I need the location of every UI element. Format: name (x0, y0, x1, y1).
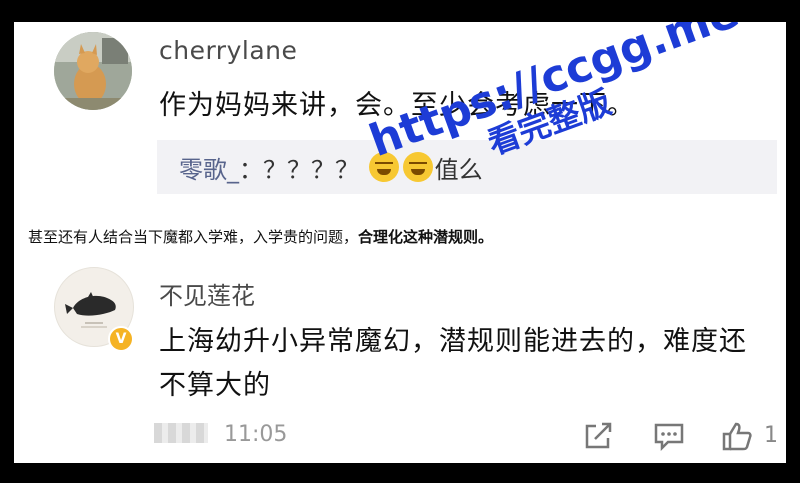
caption-bold-text: 合理化这种潜规则。 (358, 228, 494, 246)
blurred-source (154, 422, 208, 443)
verified-badge-icon: V (108, 326, 134, 352)
comment-icon (654, 423, 684, 452)
comment-text: 上海幼升小异常魔幻，潜规则能进去的，难度还不算大的 (159, 326, 747, 401)
grin-emoji-icon (368, 152, 399, 182)
comment-username[interactable]: 不见莲花 (159, 276, 255, 311)
cat-photo-icon (54, 32, 132, 110)
comment-time: 11:05 (224, 422, 288, 447)
share-icon (585, 422, 612, 449)
comment-meta: 11:05 (154, 422, 287, 452)
article-caption: 甚至还有人结合当下魔都入学难，入学贵的问题，合理化这种潜规则。 (28, 226, 493, 247)
reply-username[interactable]: 零歌_ (179, 156, 239, 184)
like-count: 1 (764, 423, 778, 448)
thumbs-up-icon (722, 422, 752, 451)
screenshot-frame: cherrylane 作为妈妈来讲，会。至少会考虑一下。 零歌_：？？？？ 值么… (14, 22, 786, 463)
reply-preview[interactable]: 零歌_：？？？？ 值么 (157, 140, 777, 194)
share-button[interactable] (582, 420, 616, 452)
avatar[interactable] (54, 32, 132, 110)
caption-text: 甚至还有人结合当下魔都入学难，入学贵的问题， (28, 228, 359, 246)
reply-text: ：？？？？ (239, 156, 359, 184)
reply-text-suffix: 值么 (434, 156, 483, 184)
comment-text: 作为妈妈来讲，会。至少会考虑一下。 (159, 90, 635, 121)
grin-emoji-icon (402, 152, 433, 182)
reply-button[interactable] (652, 420, 686, 452)
comment-username[interactable]: cherrylane (159, 36, 297, 65)
like-button[interactable] (720, 420, 754, 452)
